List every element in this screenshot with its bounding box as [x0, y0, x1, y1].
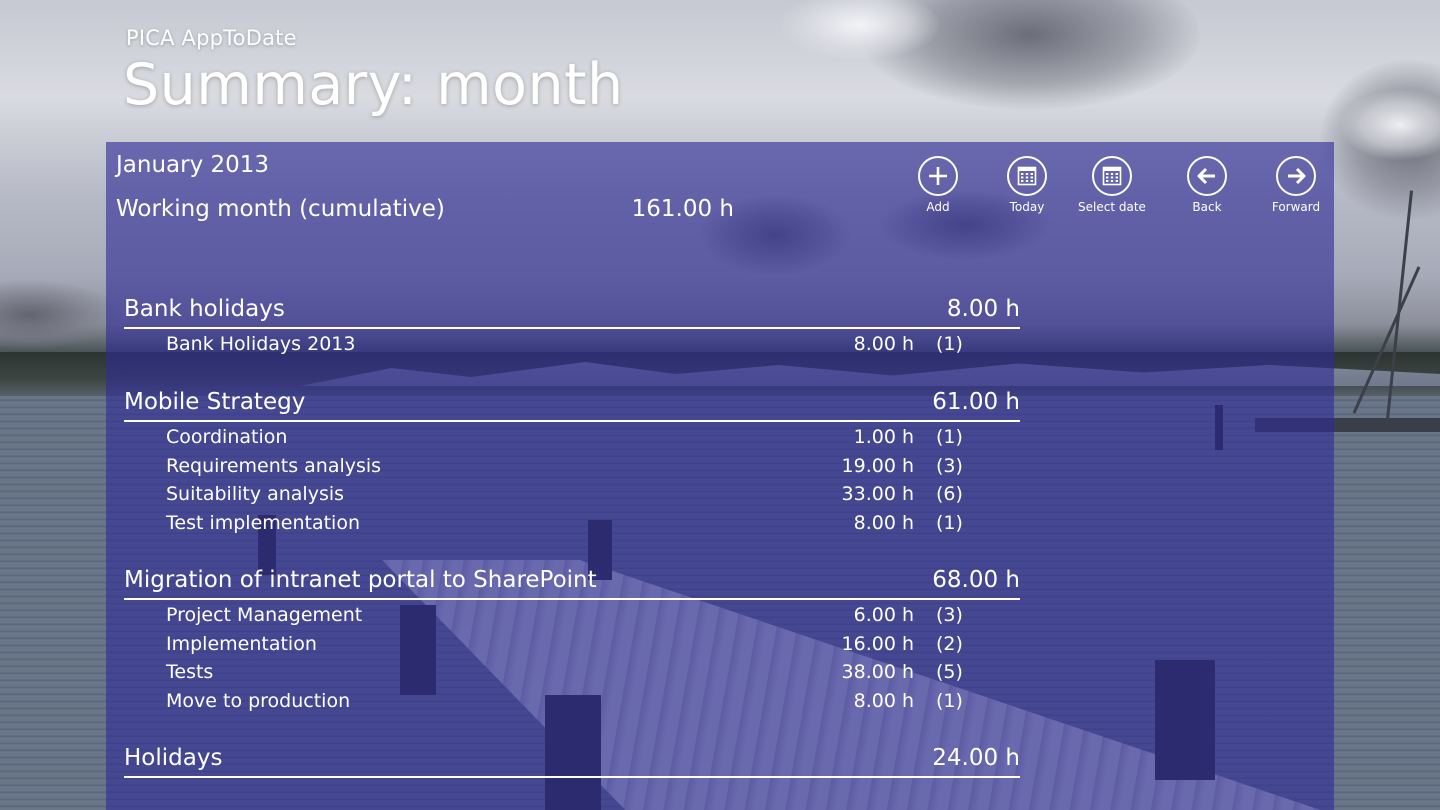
task-hours: 6.00 h: [853, 604, 914, 626]
task-name: Move to production: [166, 689, 351, 712]
task-hours: 19.00 h: [841, 454, 914, 477]
task-name: Bank Holidays 2013: [166, 333, 356, 355]
task-row[interactable]: Suitability analysis 33.00 h (6): [124, 479, 1020, 508]
task-hours: 8.00 h: [853, 511, 914, 534]
cumulative-value: 161.00 h: [631, 196, 734, 222]
task-name: Coordination: [166, 426, 288, 448]
arrow-left-icon: [1187, 156, 1227, 196]
task-hours: 16.00 h: [841, 632, 914, 655]
task-name: Requirements analysis: [166, 454, 382, 477]
project-group: Migration of intranet portal to SharePoi…: [124, 565, 1020, 714]
add-button-label: Add: [926, 200, 950, 214]
back-button[interactable]: Back: [1159, 156, 1255, 214]
cumulative-label: Working month (cumulative): [116, 196, 445, 222]
arrow-right-icon: [1276, 156, 1316, 196]
task-count: (3): [936, 454, 963, 477]
project-group-header[interactable]: Bank holidays 8.00 h: [124, 294, 1020, 329]
task-count: (3): [936, 604, 963, 626]
project-total: 61.00 h: [932, 389, 1020, 415]
project-group: Holidays 24.00 h: [124, 743, 1020, 778]
select-date-button-label: Select date: [1078, 200, 1146, 214]
task-hours: 33.00 h: [841, 483, 914, 505]
task-row[interactable]: Test implementation 8.00 h (1): [124, 508, 1020, 537]
project-group-header[interactable]: Mobile Strategy 61.00 h: [124, 387, 1020, 422]
select-date-button[interactable]: Select date: [1064, 156, 1160, 214]
task-row[interactable]: Tests 38.00 h (5): [124, 657, 1020, 686]
task-count: (1): [936, 333, 963, 355]
task-name: Project Management: [166, 604, 363, 626]
summary-panel: January 2013 Working month (cumulative) …: [106, 142, 1334, 810]
task-hours: 8.00 h: [853, 333, 914, 355]
project-name: Migration of intranet portal to SharePoi…: [124, 567, 597, 593]
project-total: 24.00 h: [932, 745, 1020, 771]
task-hours: 8.00 h: [853, 689, 914, 712]
task-row[interactable]: Implementation 16.00 h (2): [124, 629, 1020, 658]
forward-button-label: Forward: [1271, 200, 1321, 214]
task-name: Tests: [166, 661, 214, 683]
project-group: Bank holidays 8.00 h Bank Holidays 2013 …: [124, 294, 1020, 358]
today-button[interactable]: Today: [979, 156, 1075, 214]
back-button-label: Back: [1192, 200, 1222, 214]
task-count: (1): [936, 689, 963, 712]
task-count: (5): [936, 661, 963, 683]
task-name: Test implementation: [166, 511, 360, 534]
add-icon: [918, 156, 958, 196]
task-hours: 38.00 h: [841, 661, 914, 683]
project-group: Mobile Strategy 61.00 h Coordination 1.0…: [124, 387, 1020, 536]
page-title: Summary: month: [123, 52, 624, 118]
project-group-header[interactable]: Holidays 24.00 h: [124, 743, 1020, 778]
add-button[interactable]: Add: [890, 156, 986, 214]
project-total: 8.00 h: [946, 296, 1020, 322]
task-name: Implementation: [166, 632, 317, 655]
task-count: (2): [936, 632, 963, 655]
project-group-header[interactable]: Migration of intranet portal to SharePoi…: [124, 565, 1020, 600]
project-name: Holidays: [124, 745, 223, 771]
task-row[interactable]: Bank Holidays 2013 8.00 h (1): [124, 329, 1020, 358]
task-count: (1): [936, 511, 963, 534]
task-row[interactable]: Requirements analysis 19.00 h (3): [124, 451, 1020, 480]
today-button-label: Today: [1009, 200, 1045, 214]
app-name: PICA AppToDate: [126, 26, 297, 50]
task-name: Suitability analysis: [166, 483, 345, 505]
project-total: 68.00 h: [932, 567, 1020, 593]
project-name: Bank holidays: [124, 296, 285, 322]
app-window: PICA AppToDate Summary: month January 20…: [0, 0, 1440, 810]
month-label: January 2013: [116, 152, 270, 178]
task-hours: 1.00 h: [853, 426, 914, 448]
task-row[interactable]: Coordination 1.00 h (1): [124, 422, 1020, 451]
calendar-icon: [1007, 156, 1047, 196]
calendar-select-icon: [1092, 156, 1132, 196]
forward-button[interactable]: Forward: [1248, 156, 1344, 214]
task-row[interactable]: Move to production 8.00 h (1): [124, 686, 1020, 715]
project-name: Mobile Strategy: [124, 389, 306, 415]
task-row[interactable]: Project Management 6.00 h (3): [124, 600, 1020, 629]
task-count: (1): [936, 426, 963, 448]
task-count: (6): [936, 483, 963, 505]
